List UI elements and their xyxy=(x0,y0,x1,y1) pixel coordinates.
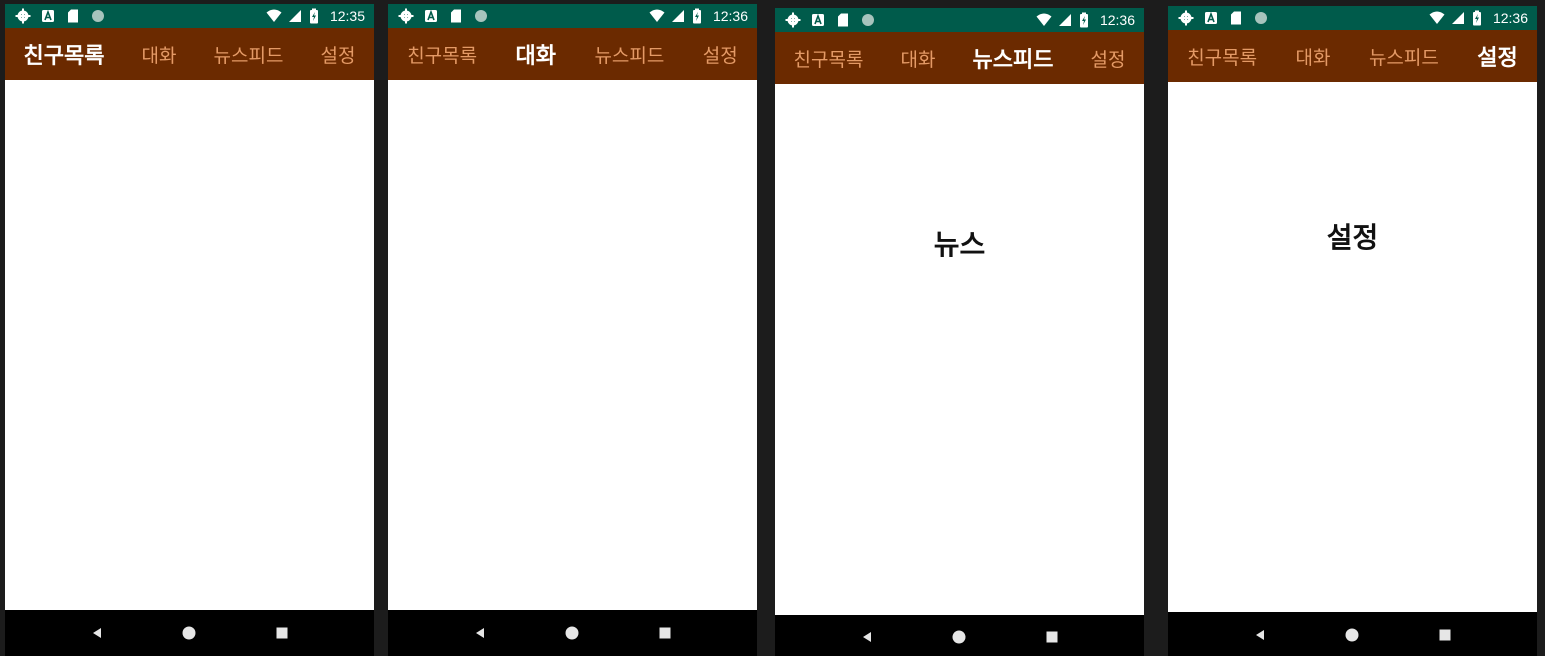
circle-icon xyxy=(473,8,489,24)
circle-icon xyxy=(860,12,876,28)
home-icon[interactable] xyxy=(181,625,197,641)
battery-charging-icon xyxy=(1076,12,1092,28)
notification-icons xyxy=(15,7,106,25)
tab-newsfeed[interactable]: 뉴스피드 xyxy=(212,41,286,68)
content-title: 설정 xyxy=(1326,221,1379,254)
notification-icons xyxy=(1178,9,1269,27)
tab-chat[interactable]: 대화 xyxy=(514,38,558,70)
status-bar: 12:36 xyxy=(1168,6,1537,30)
tab-bar: 친구목록 대화 뉴스피드 설정 xyxy=(1168,30,1537,82)
navigation-bar xyxy=(5,610,374,656)
battery-charging-icon xyxy=(689,8,705,24)
system-status: 12:36 xyxy=(649,7,748,25)
circle-icon xyxy=(90,8,106,24)
content-title: 뉴스 xyxy=(933,228,986,261)
back-icon[interactable] xyxy=(859,629,875,645)
sd-card-icon xyxy=(1228,10,1244,26)
tab-newsfeed[interactable]: 뉴스피드 xyxy=(592,41,666,68)
navigation-bar xyxy=(1168,612,1537,656)
a-box-icon xyxy=(423,8,439,24)
tab-settings[interactable]: 설정 xyxy=(1088,45,1127,72)
tab-friends[interactable]: 친구목록 xyxy=(405,41,479,68)
status-time: 12:36 xyxy=(1492,10,1528,26)
tab-chat[interactable]: 대화 xyxy=(140,41,179,68)
tab-newsfeed[interactable]: 뉴스피드 xyxy=(1367,43,1441,70)
signal-icon xyxy=(1056,12,1072,28)
signal-icon xyxy=(286,8,302,24)
sd-card-icon xyxy=(65,8,81,24)
status-time: 12:36 xyxy=(1099,12,1135,28)
battery-charging-icon xyxy=(1469,10,1485,26)
wifi-icon xyxy=(1429,10,1445,26)
a-box-icon xyxy=(40,8,56,24)
phone-screen-1: 12:35 친구목록 대화 뉴스피드 설정 xyxy=(5,4,374,656)
recents-icon[interactable] xyxy=(657,625,673,641)
content-area xyxy=(5,80,374,610)
recents-icon[interactable] xyxy=(1044,629,1060,645)
notification-icons xyxy=(785,11,876,29)
status-bar: 12:35 xyxy=(5,4,374,28)
status-bar: 12:36 xyxy=(388,4,757,28)
tab-settings[interactable]: 설정 xyxy=(318,41,357,68)
circle-icon xyxy=(1253,10,1269,26)
signal-icon xyxy=(1449,10,1465,26)
phone-screen-3: 12:36 친구목록 대화 뉴스피드 설정 뉴스 xyxy=(775,8,1144,656)
back-icon[interactable] xyxy=(1252,627,1268,643)
content-area xyxy=(388,80,757,610)
phone-screen-4: 12:36 친구목록 대화 뉴스피드 설정 설정 xyxy=(1168,6,1537,656)
navigation-bar xyxy=(775,615,1144,656)
home-icon[interactable] xyxy=(564,625,580,641)
tab-newsfeed[interactable]: 뉴스피드 xyxy=(970,42,1055,74)
wifi-icon xyxy=(1036,12,1052,28)
phone-screen-2: 12:36 친구목록 대화 뉴스피드 설정 xyxy=(388,4,757,656)
status-time: 12:36 xyxy=(712,8,748,24)
wifi-icon xyxy=(266,8,282,24)
gear-icon xyxy=(398,8,414,24)
tab-friends[interactable]: 친구목록 xyxy=(792,45,866,72)
signal-icon xyxy=(669,8,685,24)
gear-icon xyxy=(1178,10,1194,26)
tab-friends[interactable]: 친구목록 xyxy=(22,38,107,70)
content-area: 설정 xyxy=(1168,82,1537,612)
system-status: 12:36 xyxy=(1429,9,1528,27)
wifi-icon xyxy=(649,8,665,24)
a-box-icon xyxy=(810,12,826,28)
tab-friends[interactable]: 친구목록 xyxy=(1185,43,1259,70)
tab-chat[interactable]: 대화 xyxy=(898,45,937,72)
status-time: 12:35 xyxy=(329,8,365,24)
back-icon[interactable] xyxy=(89,625,105,641)
tab-chat[interactable]: 대화 xyxy=(1294,43,1333,70)
system-status: 12:36 xyxy=(1036,11,1135,29)
sd-card-icon xyxy=(448,8,464,24)
tab-bar: 친구목록 대화 뉴스피드 설정 xyxy=(388,28,757,80)
recents-icon[interactable] xyxy=(1437,627,1453,643)
gear-icon xyxy=(785,12,801,28)
back-icon[interactable] xyxy=(472,625,488,641)
tab-bar: 친구목록 대화 뉴스피드 설정 xyxy=(5,28,374,80)
sd-card-icon xyxy=(835,12,851,28)
tab-settings[interactable]: 설정 xyxy=(1475,40,1519,72)
home-icon[interactable] xyxy=(1344,627,1360,643)
notification-icons xyxy=(398,7,489,25)
tab-settings[interactable]: 설정 xyxy=(701,41,740,68)
content-area: 뉴스 xyxy=(775,84,1144,615)
gear-icon xyxy=(15,8,31,24)
system-status: 12:35 xyxy=(266,7,365,25)
a-box-icon xyxy=(1203,10,1219,26)
home-icon[interactable] xyxy=(951,629,967,645)
status-bar: 12:36 xyxy=(775,8,1144,32)
navigation-bar xyxy=(388,610,757,656)
recents-icon[interactable] xyxy=(274,625,290,641)
tab-bar: 친구목록 대화 뉴스피드 설정 xyxy=(775,32,1144,84)
battery-charging-icon xyxy=(306,8,322,24)
